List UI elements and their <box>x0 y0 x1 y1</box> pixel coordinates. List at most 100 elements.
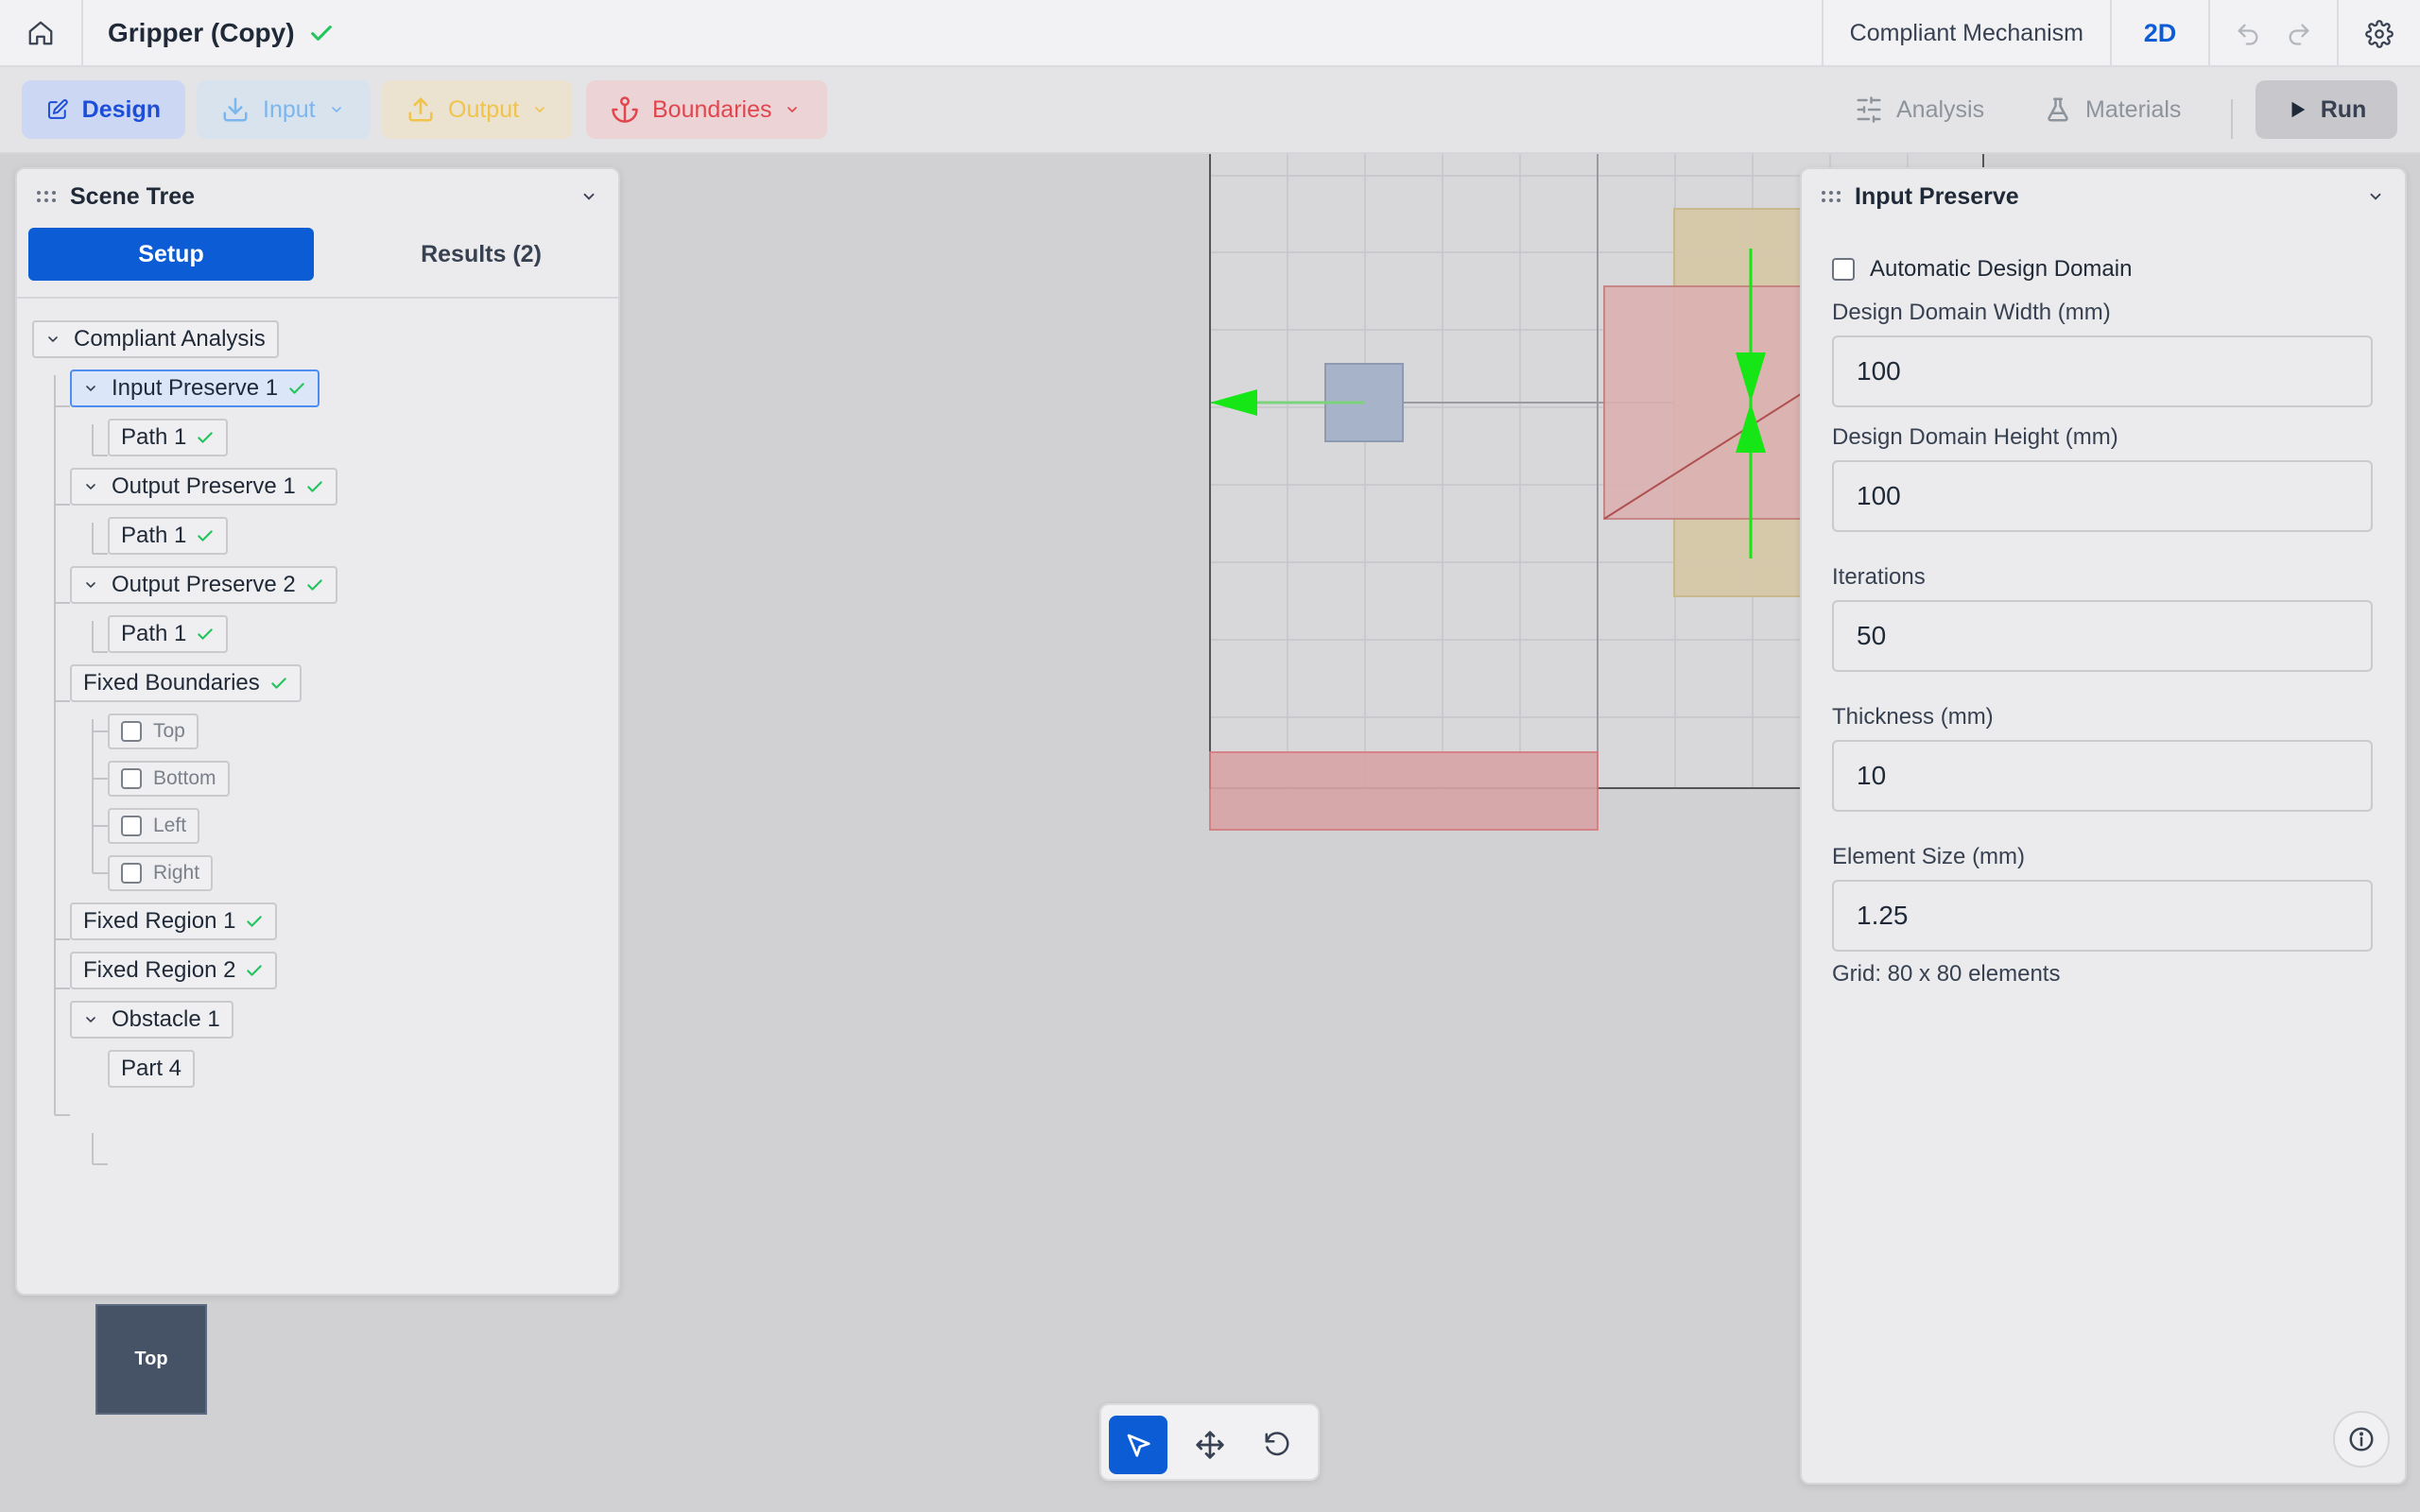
design-domain-height-input[interactable]: 100 <box>1832 460 2373 532</box>
chevron-down-icon[interactable] <box>83 479 98 494</box>
undo-redo-group <box>2208 0 2337 67</box>
check-icon <box>289 383 304 394</box>
height-label: Design Domain Height (mm) <box>1832 424 2118 450</box>
tree-node-label: Path 1 <box>121 621 187 646</box>
tree-node-compliant-analysis[interactable]: Compliant Analysis <box>32 320 279 358</box>
mode-selector[interactable]: Compliant Mechanism <box>1821 0 2110 67</box>
tree-node-output-2-path-1[interactable]: Path 1 <box>108 615 229 653</box>
boundary-bottom-checkbox[interactable] <box>121 768 142 789</box>
tree-node-label: Part 4 <box>121 1056 182 1081</box>
play-icon <box>2291 101 2305 118</box>
boundary-top-checkbox[interactable] <box>121 721 142 742</box>
tree-node-input-preserve-1[interactable]: Input Preserve 1 <box>70 369 320 407</box>
output-label: Output <box>448 95 520 123</box>
view-cube[interactable]: Top <box>95 1304 207 1415</box>
run-button[interactable]: Run <box>2256 80 2397 139</box>
input-label: Input <box>263 95 316 123</box>
input-dropdown[interactable]: Input <box>197 80 371 139</box>
iterations-label: Iterations <box>1832 564 1926 590</box>
element-size-label: Element Size (mm) <box>1832 844 2026 869</box>
boundaries-dropdown[interactable]: Boundaries <box>586 80 827 139</box>
boundary-option-right[interactable]: Right <box>108 855 214 891</box>
settings-button[interactable] <box>2337 0 2420 67</box>
fixed-region[interactable] <box>1209 751 1599 831</box>
boundary-option-label: Left <box>153 815 187 836</box>
auto-design-domain-label: Automatic Design Domain <box>1870 256 2133 282</box>
properties-header[interactable]: Input Preserve <box>1802 169 2405 224</box>
tree-node-label: Output Preserve 2 <box>112 572 296 597</box>
view-cube-face-label: Top <box>134 1349 168 1369</box>
chevron-down-icon[interactable] <box>83 1012 98 1027</box>
boundary-option-bottom[interactable]: Bottom <box>108 761 230 797</box>
design-label: Design <box>81 95 161 123</box>
check-icon <box>198 530 214 541</box>
tree-node-output-1-path-1[interactable]: Path 1 <box>108 517 229 555</box>
gear-icon <box>2365 19 2394 48</box>
check-icon <box>198 432 214 443</box>
check-icon <box>247 965 263 976</box>
boundary-left-checkbox[interactable] <box>121 816 142 836</box>
thickness-input[interactable]: 10 <box>1832 740 2373 812</box>
run-label: Run <box>2320 95 2367 123</box>
chevron-down-icon[interactable] <box>83 577 98 593</box>
design-button[interactable]: Design <box>22 80 185 139</box>
tree-node-fixed-region-1[interactable]: Fixed Region 1 <box>70 902 278 940</box>
pan-tool-button[interactable] <box>1181 1416 1239 1474</box>
tree-node-input-path-1[interactable]: Path 1 <box>108 419 229 456</box>
dimension-toggle[interactable]: 2D <box>2110 0 2208 67</box>
document-title[interactable]: Gripper (Copy) <box>108 18 335 48</box>
tree-node-obstacle-1[interactable]: Obstacle 1 <box>70 1001 233 1039</box>
home-button[interactable] <box>0 0 83 66</box>
tree-node-label: Fixed Region 2 <box>83 957 236 983</box>
tree-node-part-4[interactable]: Part 4 <box>108 1050 196 1088</box>
boundaries-label: Boundaries <box>652 95 772 123</box>
tree-node-label: Path 1 <box>121 424 187 450</box>
drag-handle-icon[interactable] <box>1821 190 1841 203</box>
tree-node-label: Compliant Analysis <box>74 326 266 352</box>
reset-view-button[interactable] <box>1248 1416 1306 1474</box>
properties-title: Input Preserve <box>1855 182 2019 210</box>
toolbar-divider <box>2231 99 2233 139</box>
tree-node-fixed-boundaries[interactable]: Fixed Boundaries <box>70 664 302 702</box>
flask-icon <box>2048 97 2068 122</box>
output-dropdown[interactable]: Output <box>382 80 573 139</box>
tree-node-output-preserve-2[interactable]: Output Preserve 2 <box>70 566 337 604</box>
element-size-input[interactable]: 1.25 <box>1832 880 2373 952</box>
iterations-input[interactable]: 50 <box>1832 600 2373 672</box>
tree-node-label: Output Preserve 1 <box>112 473 296 499</box>
boundary-option-top[interactable]: Top <box>108 713 199 749</box>
undo-icon[interactable] <box>2235 21 2261 47</box>
tree-node-label: Fixed Boundaries <box>83 670 260 696</box>
auto-design-domain-checkbox[interactable] <box>1832 258 1855 281</box>
info-icon <box>2349 1427 2374 1452</box>
boundary-option-left[interactable]: Left <box>108 808 200 844</box>
chevron-down-icon[interactable] <box>45 332 60 347</box>
check-icon <box>307 481 322 492</box>
canvas-tool-palette <box>1099 1403 1320 1481</box>
anchor-icon <box>612 96 638 123</box>
width-label: Design Domain Width (mm) <box>1832 300 2111 325</box>
materials-label: Materials <box>2085 95 2182 123</box>
tree-node-output-preserve-1[interactable]: Output Preserve 1 <box>70 468 337 506</box>
auto-design-domain-option[interactable]: Automatic Design Domain <box>1832 256 2132 283</box>
boundary-option-label: Bottom <box>153 767 216 789</box>
design-domain-width-input[interactable]: 100 <box>1832 335 2373 407</box>
chevron-down-icon[interactable] <box>83 381 98 396</box>
chevron-down-icon <box>787 107 798 113</box>
cursor-arrow-icon <box>1127 1434 1150 1457</box>
properties-panel: Input Preserve Automatic Design Domain D… <box>1800 167 2407 1485</box>
tree-node-fixed-region-2[interactable]: Fixed Region 2 <box>70 952 278 989</box>
select-tool-button[interactable] <box>1109 1416 1167 1474</box>
edit-icon <box>47 99 68 119</box>
analysis-button[interactable]: Analysis <box>1855 80 1984 139</box>
chevron-down-icon <box>535 107 544 113</box>
chevron-down-icon[interactable] <box>2367 188 2384 205</box>
scene-tree: Compliant Analysis Input Preserve 1 Path… <box>17 169 618 1294</box>
tree-node-label: Obstacle 1 <box>112 1006 220 1032</box>
rotate-ccw-icon <box>1265 1432 1289 1456</box>
boundary-right-checkbox[interactable] <box>121 863 142 884</box>
check-icon <box>198 628 214 640</box>
materials-button[interactable]: Materials <box>2044 80 2181 139</box>
info-button[interactable] <box>2333 1411 2390 1468</box>
redo-icon[interactable] <box>2286 21 2312 47</box>
